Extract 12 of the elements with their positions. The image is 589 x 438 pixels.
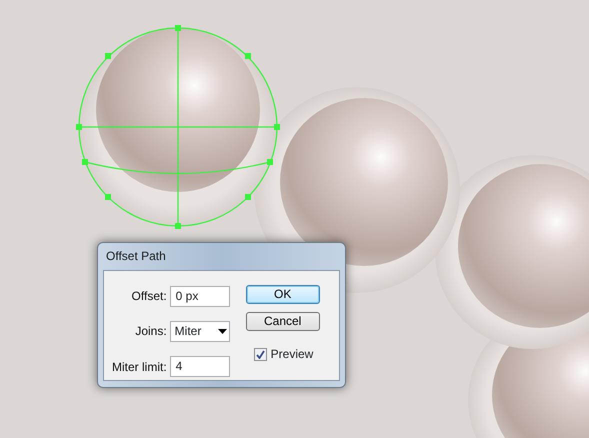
field-label: Miter limit:	[112, 358, 167, 376]
field-label: Offset:	[130, 288, 167, 306]
checkbox-label: Preview	[270, 346, 314, 363]
dialog-button[interactable]: OK	[246, 285, 320, 304]
input-field[interactable]: 4	[170, 356, 230, 378]
dialog-title: Offset Path	[105, 248, 167, 265]
caret-icon	[218, 328, 227, 334]
input-field[interactable]: 0 px	[170, 286, 230, 307]
field-label: Joins:	[134, 323, 167, 340]
preview-checkbox[interactable]	[254, 348, 267, 360]
dialog-button[interactable]: Cancel	[246, 312, 320, 331]
joins-dropdown[interactable]: Miter	[170, 320, 230, 342]
